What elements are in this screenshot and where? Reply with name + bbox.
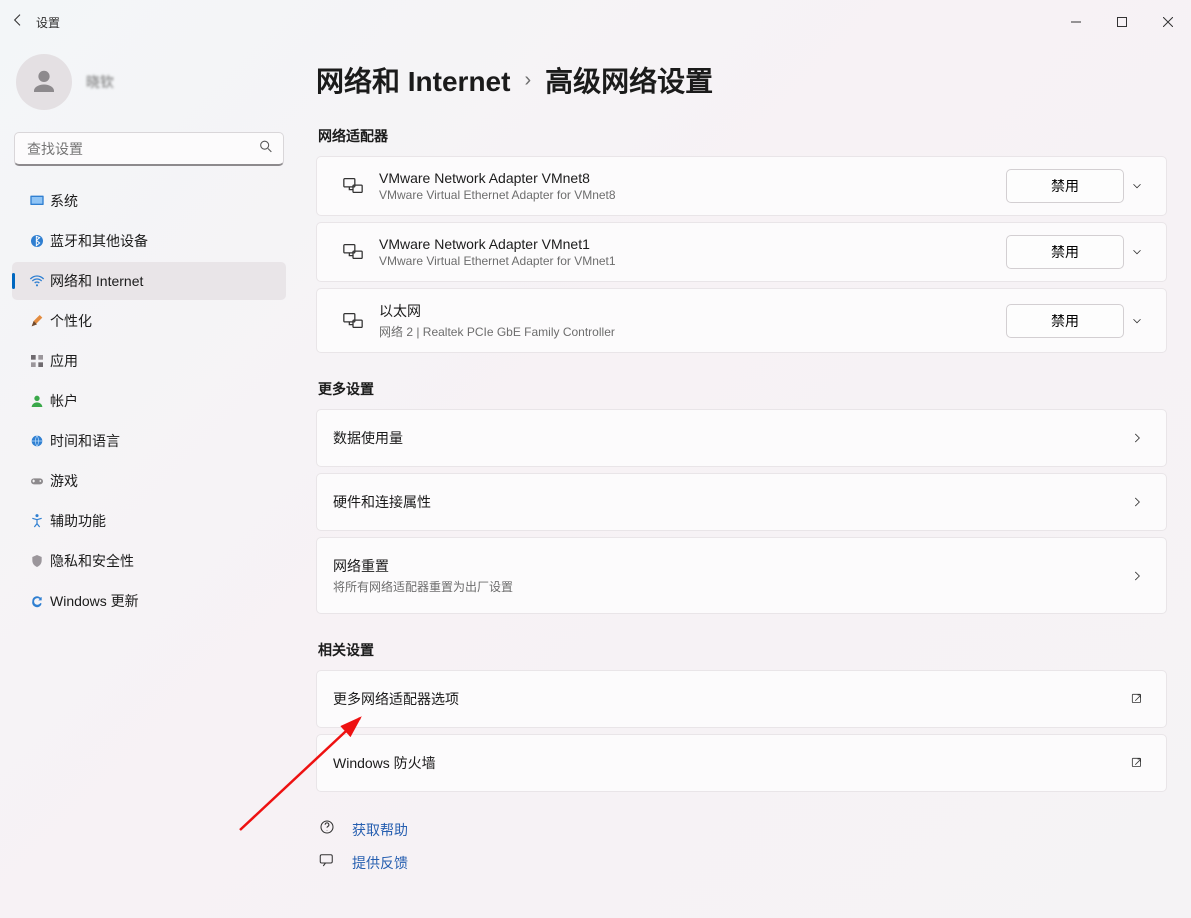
window-minimize-button[interactable]: [1053, 0, 1099, 44]
get-help-link[interactable]: 获取帮助: [352, 820, 408, 840]
shield-icon: [24, 553, 50, 569]
sidebar-item-gaming[interactable]: 游戏: [12, 462, 286, 500]
adapter-row[interactable]: VMware Network Adapter VMnet8 VMware Vir…: [316, 156, 1167, 216]
sidebar-item-accessibility[interactable]: 辅助功能: [12, 502, 286, 540]
row-title: 硬件和连接属性: [333, 492, 431, 512]
row-subtitle: 将所有网络适配器重置为出厂设置: [333, 578, 513, 595]
window-title: 设置: [36, 14, 60, 31]
section-adapters-title: 网络适配器: [318, 126, 1167, 146]
sidebar-item-label: 个性化: [50, 311, 92, 331]
sidebar-nav: 系统 蓝牙和其他设备 网络和 Internet 个性化 应用 帐户: [12, 182, 286, 620]
avatar: [16, 54, 72, 110]
row-title: 网络重置: [333, 556, 513, 576]
section-more-title: 更多设置: [318, 379, 1167, 399]
sidebar-item-label: Windows 更新: [50, 591, 139, 611]
sidebar-item-personalize[interactable]: 个性化: [12, 302, 286, 340]
search-icon: [258, 139, 274, 160]
help-row-feedback: 提供反馈: [316, 845, 1167, 878]
accessibility-icon: [24, 513, 50, 529]
sidebar: 晓钦 系统 蓝牙和其他设备 网络和 Internet: [0, 44, 298, 918]
sidebar-item-label: 网络和 Internet: [50, 271, 143, 291]
apps-icon: [24, 353, 50, 369]
chevron-right-icon: [1124, 431, 1150, 445]
help-icon: [318, 818, 336, 841]
sidebar-item-apps[interactable]: 应用: [12, 342, 286, 380]
chevron-down-icon[interactable]: [1124, 179, 1150, 193]
adapter-title: VMware Network Adapter VMnet1: [379, 236, 996, 252]
network-adapter-icon: [333, 241, 373, 263]
content-area: 网络和 Internet › 高级网络设置 网络适配器 VMware Netwo…: [298, 44, 1191, 918]
sidebar-item-update[interactable]: Windows 更新: [12, 582, 286, 620]
sidebar-item-label: 蓝牙和其他设备: [50, 231, 148, 251]
adapter-subtitle: 网络 2 | Realtek PCIe GbE Family Controlle…: [379, 323, 996, 340]
chevron-right-icon: [1124, 495, 1150, 509]
bluetooth-icon: [24, 233, 50, 249]
search-box[interactable]: [14, 132, 284, 166]
adapter-row[interactable]: 以太网 网络 2 | Realtek PCIe GbE Family Contr…: [316, 288, 1167, 353]
back-button[interactable]: [0, 12, 36, 32]
row-windows-firewall[interactable]: Windows 防火墙: [316, 734, 1167, 792]
title-bar: 设置: [0, 0, 1191, 44]
chevron-down-icon[interactable]: [1124, 314, 1150, 328]
breadcrumb: 网络和 Internet › 高级网络设置: [316, 60, 1167, 100]
row-more-adapter-options[interactable]: 更多网络适配器选项: [316, 670, 1167, 728]
chevron-down-icon[interactable]: [1124, 245, 1150, 259]
sidebar-item-label: 系统: [50, 191, 78, 211]
disable-button[interactable]: 禁用: [1006, 235, 1124, 269]
window-close-button[interactable]: [1145, 0, 1191, 44]
breadcrumb-current: 高级网络设置: [545, 60, 713, 100]
feedback-icon: [318, 851, 336, 874]
brush-icon: [24, 313, 50, 329]
network-adapter-icon: [333, 175, 373, 197]
open-external-icon: [1124, 692, 1150, 706]
sidebar-item-bluetooth[interactable]: 蓝牙和其他设备: [12, 222, 286, 260]
sidebar-item-label: 辅助功能: [50, 511, 106, 531]
system-icon: [24, 193, 50, 209]
adapter-row[interactable]: VMware Network Adapter VMnet1 VMware Vir…: [316, 222, 1167, 282]
open-external-icon: [1124, 756, 1150, 770]
search-input[interactable]: [14, 132, 284, 166]
adapter-subtitle: VMware Virtual Ethernet Adapter for VMne…: [379, 254, 996, 268]
section-related-title: 相关设置: [318, 640, 1167, 660]
sidebar-item-label: 隐私和安全性: [50, 551, 134, 571]
row-title: 更多网络适配器选项: [333, 689, 459, 709]
chevron-right-icon: ›: [524, 69, 531, 92]
disable-button[interactable]: 禁用: [1006, 304, 1124, 338]
sidebar-item-time[interactable]: 时间和语言: [12, 422, 286, 460]
feedback-link[interactable]: 提供反馈: [352, 853, 408, 873]
breadcrumb-parent[interactable]: 网络和 Internet: [316, 60, 510, 100]
gamepad-icon: [24, 473, 50, 489]
sidebar-item-label: 时间和语言: [50, 431, 120, 451]
disable-button[interactable]: 禁用: [1006, 169, 1124, 203]
sidebar-item-label: 帐户: [50, 391, 78, 411]
sidebar-item-label: 游戏: [50, 471, 78, 491]
row-title: Windows 防火墙: [333, 753, 436, 773]
sidebar-item-privacy[interactable]: 隐私和安全性: [12, 542, 286, 580]
row-hardware-props[interactable]: 硬件和连接属性: [316, 473, 1167, 531]
adapter-title: VMware Network Adapter VMnet8: [379, 170, 996, 186]
sidebar-item-network[interactable]: 网络和 Internet: [12, 262, 286, 300]
adapter-title: 以太网: [379, 301, 996, 321]
row-network-reset[interactable]: 网络重置 将所有网络适配器重置为出厂设置: [316, 537, 1167, 614]
window-maximize-button[interactable]: [1099, 0, 1145, 44]
row-data-usage[interactable]: 数据使用量: [316, 409, 1167, 467]
globe-icon: [24, 433, 50, 449]
update-icon: [24, 593, 50, 609]
sidebar-item-label: 应用: [50, 351, 78, 371]
account-block[interactable]: 晓钦: [12, 54, 286, 128]
sidebar-item-accounts[interactable]: 帐户: [12, 382, 286, 420]
sidebar-item-system[interactable]: 系统: [12, 182, 286, 220]
adapter-subtitle: VMware Virtual Ethernet Adapter for VMne…: [379, 188, 996, 202]
person-icon: [24, 393, 50, 409]
chevron-right-icon: [1124, 569, 1150, 583]
wifi-icon: [24, 273, 50, 289]
network-adapter-icon: [333, 310, 373, 332]
user-name: 晓钦: [86, 72, 114, 92]
help-row-get-help: 获取帮助: [316, 812, 1167, 845]
row-title: 数据使用量: [333, 428, 403, 448]
